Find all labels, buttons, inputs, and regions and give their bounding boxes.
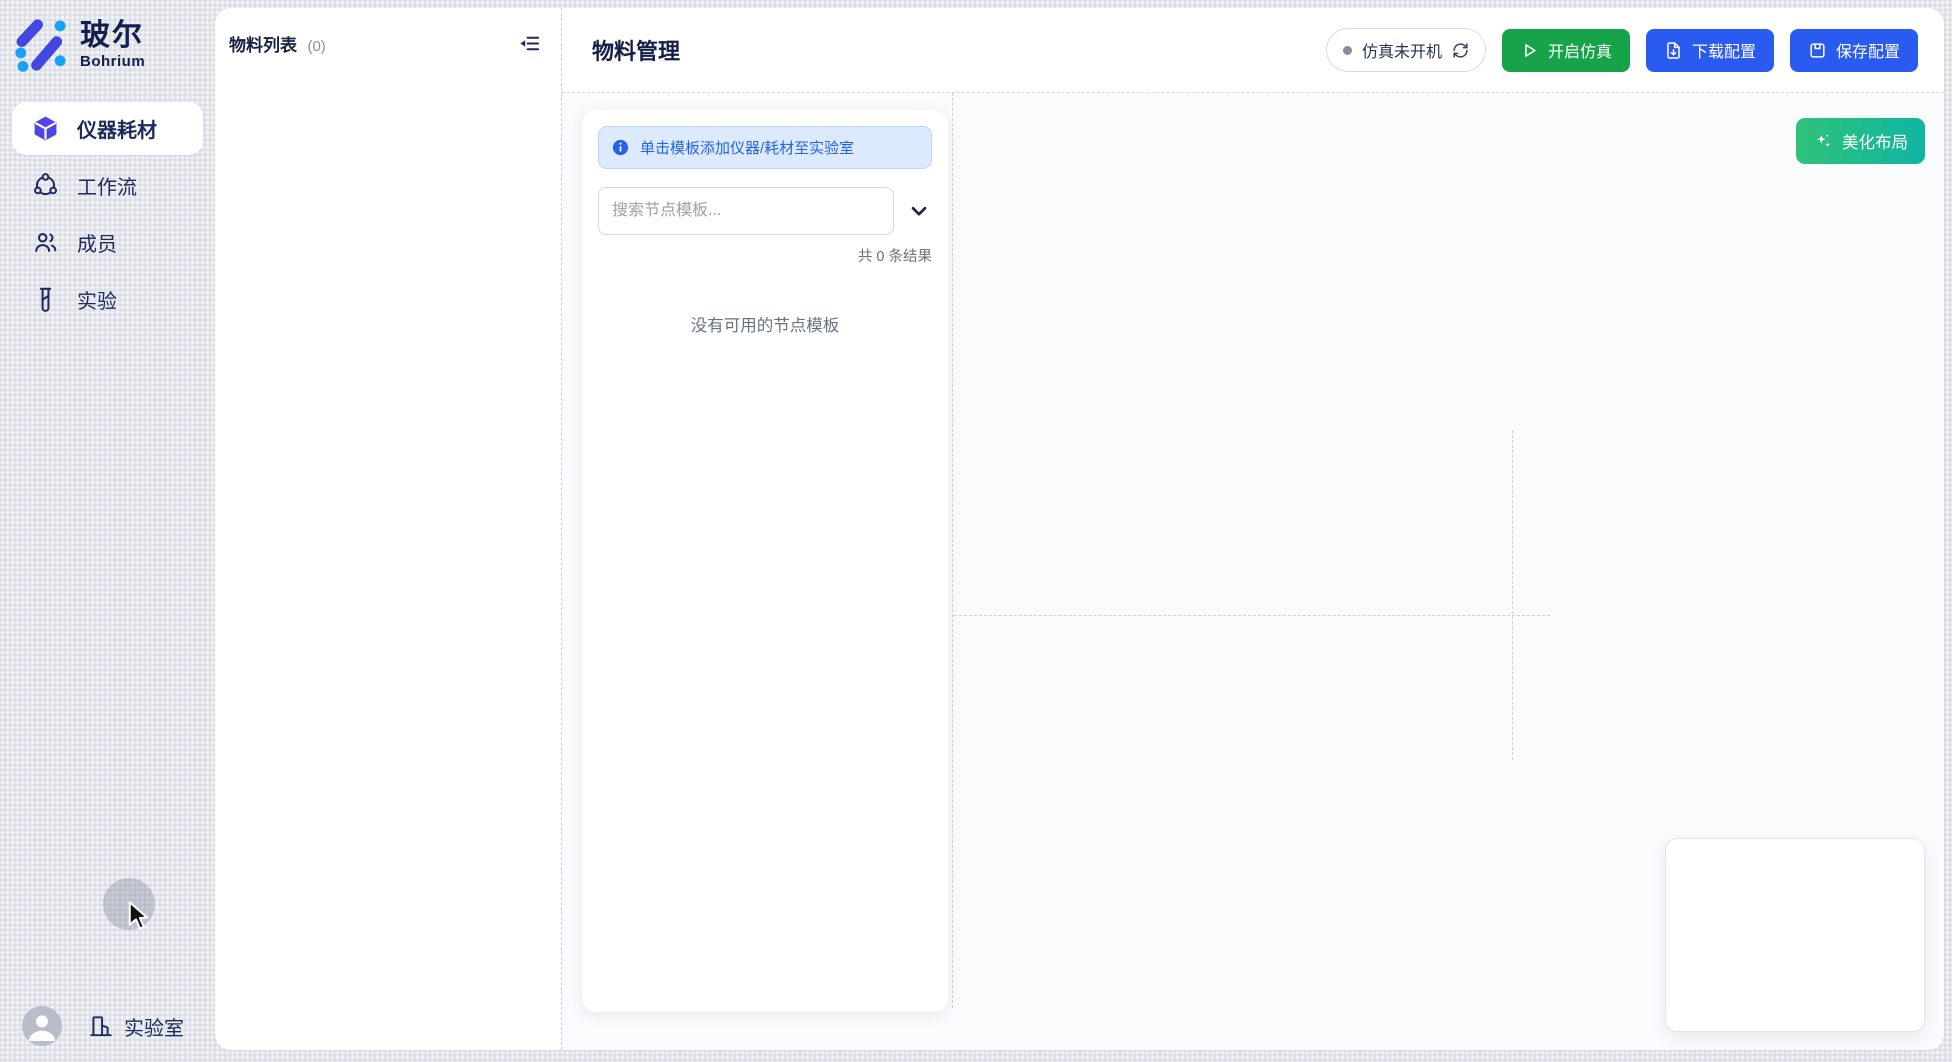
lab-switcher[interactable]: 实验室 [88, 1012, 184, 1041]
node-template-panel: 单击模板添加仪器/耗材至实验室 共 0 条结果 没有可用的节点模板 [582, 110, 948, 1012]
brand-name-zh: 玻尔 [80, 20, 145, 52]
sidebar-item-instruments[interactable]: 仪器耗材 [12, 102, 203, 155]
hint-text: 单击模板添加仪器/耗材至实验室 [640, 137, 854, 158]
result-count: 共 0 条结果 [598, 245, 932, 266]
sidebar-item-label: 实验 [77, 285, 117, 314]
hint-banner: 单击模板添加仪器/耗材至实验室 [598, 126, 932, 169]
play-icon [1520, 41, 1539, 60]
work-area: 物料管理 仿真未开机 [562, 8, 1944, 1050]
save-config-button[interactable]: 保存配置 [1790, 29, 1918, 72]
brand-logo: 玻尔 Bohrium [0, 0, 215, 72]
members-icon [32, 229, 59, 256]
materials-panel-title: 物料列表 [229, 36, 297, 55]
save-icon [1808, 41, 1827, 60]
beautify-layout-button[interactable]: 美化布局 [1796, 118, 1925, 164]
sidebar-item-members[interactable]: 成员 [12, 216, 203, 269]
minimap[interactable] [1665, 838, 1925, 1032]
bohrium-logo-icon [14, 18, 68, 72]
workflow-icon [32, 172, 59, 199]
cube-icon [32, 115, 59, 142]
sidebar-menu: 仪器耗材 工作流 成员 [0, 102, 215, 326]
experiment-icon [32, 286, 59, 313]
topbar-actions: 仿真未开机 开启仿真 [1326, 28, 1918, 72]
materials-panel: 物料列表 (0) [215, 8, 562, 1050]
brand-name-en: Bohrium [80, 53, 145, 70]
app-root: 玻尔 Bohrium 仪器耗材 工作流 [0, 0, 1952, 1062]
canvas-guide-line [954, 615, 1550, 616]
info-icon [611, 138, 630, 157]
collapse-panel-button[interactable] [516, 30, 543, 57]
download-config-button[interactable]: 下载配置 [1646, 29, 1774, 72]
building-icon [88, 1013, 114, 1039]
topbar: 物料管理 仿真未开机 [562, 8, 1944, 93]
canvas-guide-line [1512, 430, 1513, 760]
simulation-status-pill[interactable]: 仿真未开机 [1326, 28, 1486, 72]
avatar[interactable] [22, 1006, 62, 1046]
sparkles-icon [1813, 131, 1833, 151]
status-label: 仿真未开机 [1362, 38, 1442, 62]
refresh-icon[interactable] [1452, 42, 1469, 59]
expand-filters-button[interactable] [906, 198, 932, 224]
sidebar-bottom: 实验室 [22, 1006, 184, 1046]
flow-canvas[interactable]: 单击模板添加仪器/耗材至实验室 共 0 条结果 没有可用的节点模板 [562, 93, 1944, 1050]
empty-templates-text: 没有可用的节点模板 [598, 312, 932, 336]
mouse-cursor-icon [127, 901, 151, 931]
lab-label: 实验室 [124, 1012, 184, 1041]
start-simulation-button[interactable]: 开启仿真 [1502, 29, 1630, 72]
materials-count: (0) [307, 38, 325, 55]
file-download-icon [1664, 41, 1683, 60]
sidebar-item-label: 工作流 [77, 171, 137, 200]
template-search-input[interactable] [598, 187, 894, 235]
chevron-down-icon [908, 200, 930, 222]
main-card: 物料列表 (0) 物料管理 [215, 8, 1944, 1050]
canvas-guide-line [952, 93, 953, 1008]
sidebar-item-label: 成员 [77, 228, 117, 257]
user-avatar-icon [22, 1006, 62, 1046]
sidebar: 玻尔 Bohrium 仪器耗材 工作流 [0, 0, 215, 1062]
collapse-panel-icon [518, 32, 541, 55]
page-title: 物料管理 [592, 34, 680, 66]
sidebar-item-workflow[interactable]: 工作流 [12, 159, 203, 212]
sidebar-item-label: 仪器耗材 [77, 114, 157, 143]
status-dot-icon [1343, 46, 1352, 55]
sidebar-item-experiment[interactable]: 实验 [12, 273, 203, 326]
